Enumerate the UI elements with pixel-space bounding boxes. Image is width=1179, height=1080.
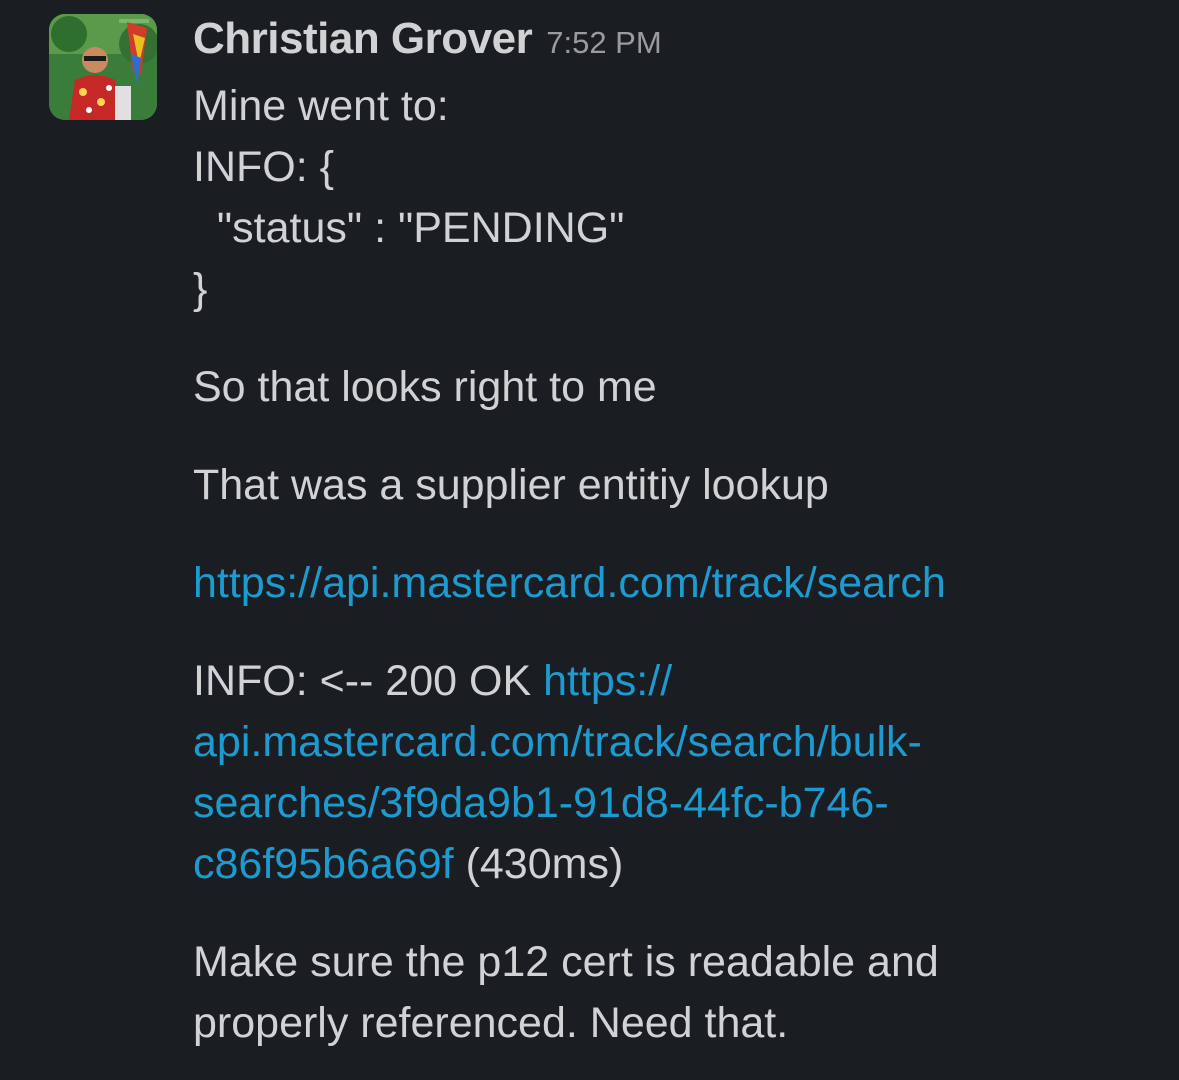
message-line: }	[193, 265, 208, 313]
message-container: Christian Grover 7:52 PM Mine went to: I…	[0, 0, 1179, 1080]
link-bulk-search-part[interactable]: api.mastercard.com/track/search/bulk-	[193, 718, 922, 766]
message-line: Make sure the p12 cert is readable and	[193, 938, 939, 986]
message-paragraph: Make sure the p12 cert is readable and p…	[193, 932, 1153, 1054]
message-line: "status" : "PENDING"	[193, 204, 625, 252]
message-line: Mine went to:	[193, 82, 449, 130]
message-code-block: Mine went to: INFO: { "status" : "PENDIN…	[193, 76, 1153, 320]
message-header: Christian Grover 7:52 PM	[193, 14, 1153, 76]
link-bulk-search-part[interactable]: searches/3f9da9b1-91d8-44fc-b746-	[193, 779, 889, 827]
message-paragraph: So that looks right to me	[193, 363, 657, 411]
link-bulk-search-part[interactable]: c86f95b6a69f	[193, 840, 454, 888]
author-name[interactable]: Christian Grover	[193, 14, 533, 64]
avatar-image	[49, 14, 157, 120]
message-line: properly referenced. Need that.	[193, 999, 789, 1047]
message-line: INFO: {	[193, 143, 334, 191]
link-track-search[interactable]: https://api.mastercard.com/track/search	[193, 559, 946, 607]
avatar[interactable]	[49, 14, 157, 120]
link-bulk-search-part[interactable]: https://	[543, 657, 672, 705]
message-line: INFO: <-- 200 OK https://	[193, 651, 1153, 712]
message-content: Christian Grover 7:52 PM Mine went to: I…	[193, 14, 1153, 1054]
message-paragraph: That was a supplier entitiy lookup	[193, 461, 829, 509]
message-line: api.mastercard.com/track/search/bulk-	[193, 712, 1153, 773]
message-timestamp[interactable]: 7:52 PM	[546, 25, 661, 61]
message-line: searches/3f9da9b1-91d8-44fc-b746-	[193, 773, 1153, 834]
message-line: c86f95b6a69f (430ms)	[193, 834, 1153, 895]
info-suffix: (430ms)	[453, 840, 624, 888]
message-paragraph-link: https://api.mastercard.com/track/search	[193, 553, 1153, 614]
message-paragraph-info: INFO: <-- 200 OK https:// api.mastercard…	[193, 651, 1153, 895]
info-prefix: INFO: <-- 200 OK	[193, 657, 544, 705]
